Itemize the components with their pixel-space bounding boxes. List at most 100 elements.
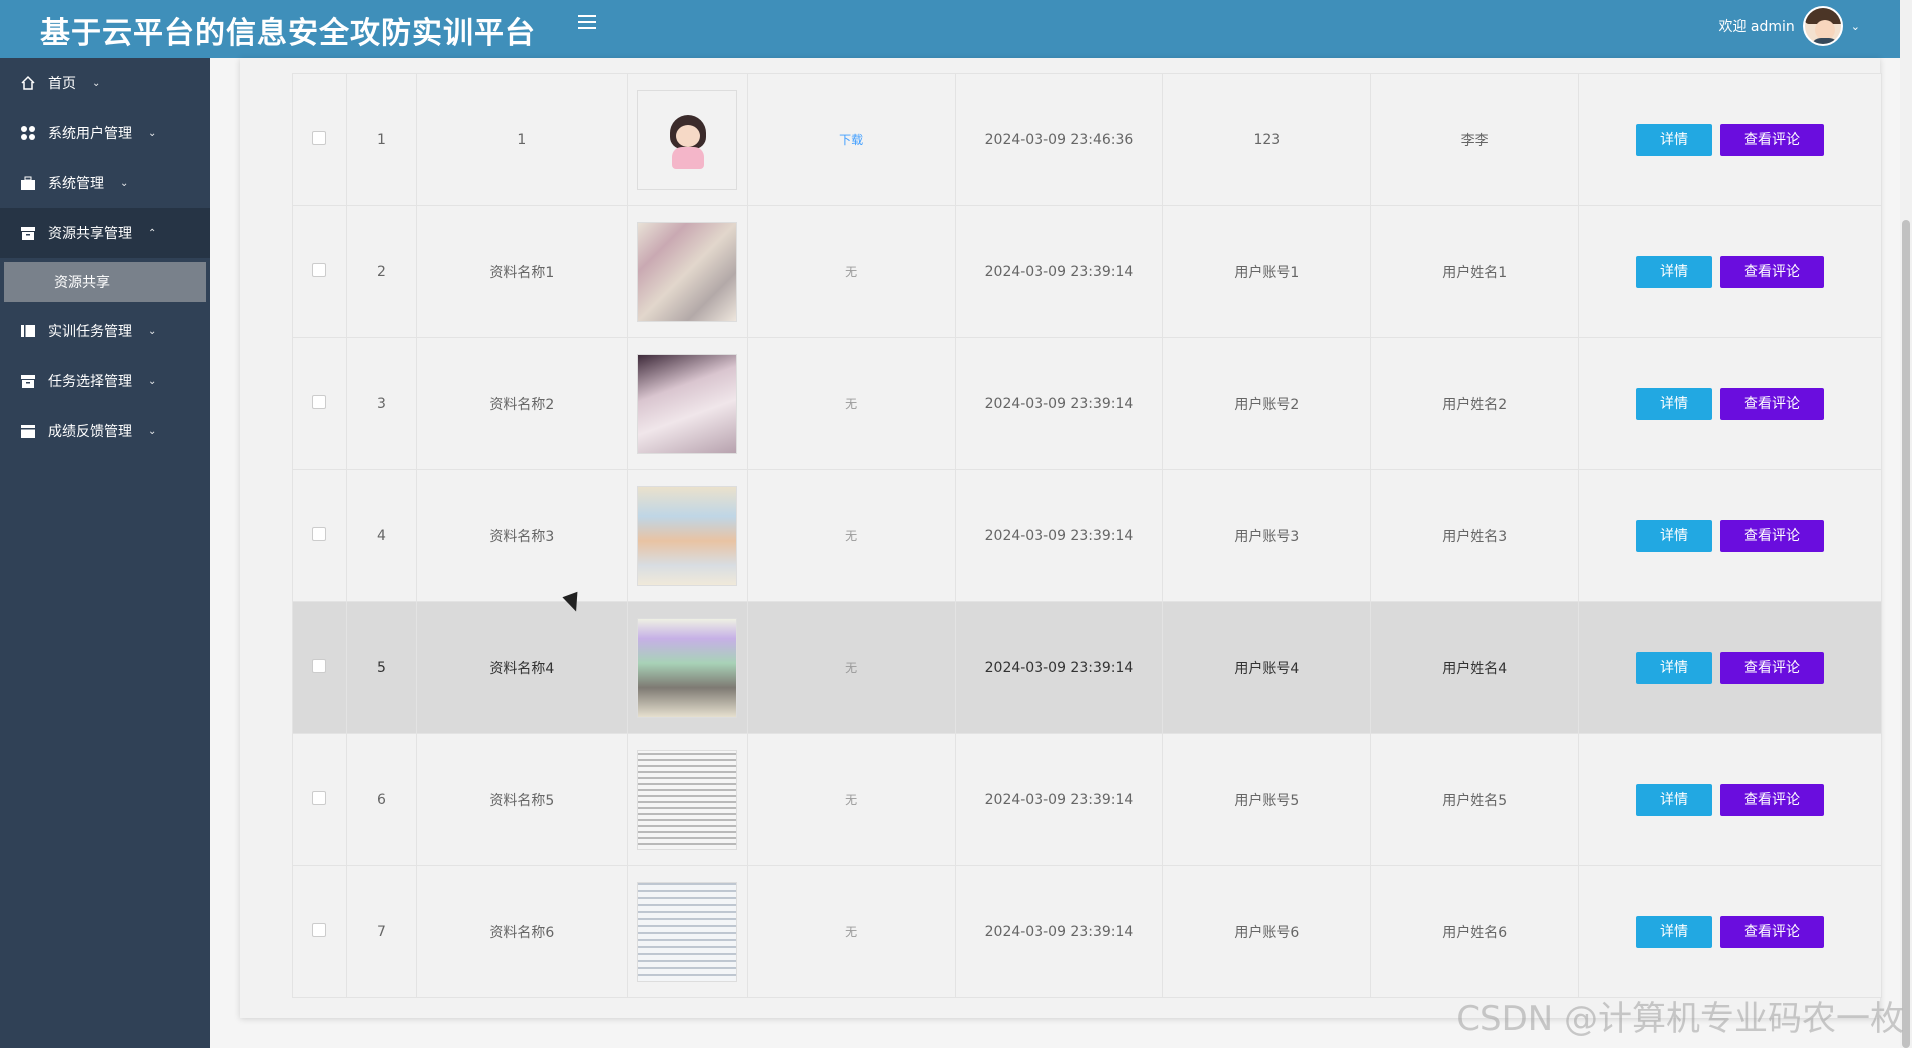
user-menu[interactable]: 欢迎 admin ⌄: [1718, 6, 1860, 46]
upload-time: 2024-03-09 23:46:36: [954, 73, 1164, 206]
download-link[interactable]: 下载: [839, 133, 863, 147]
user-name: 用户姓名5: [1370, 733, 1580, 866]
sidebar-item-label: 系统管理: [48, 176, 104, 192]
sidebar-item-label: 实训任务管理: [48, 324, 132, 340]
file-none: 无: [845, 793, 858, 807]
detail-button[interactable]: 详情: [1636, 255, 1713, 288]
row-checkbox[interactable]: [312, 394, 327, 409]
table-row[interactable]: 4 资料名称3 无 2024-03-09 23:39:14 用户账号3 用户姓名…: [292, 469, 1882, 602]
upload-time: 2024-03-09 23:39:14: [954, 337, 1164, 470]
file-none: 无: [845, 925, 858, 939]
user-account: 用户账号2: [1162, 337, 1372, 470]
user-name: 用户姓名1: [1370, 205, 1580, 338]
user-account: 用户账号4: [1162, 601, 1372, 734]
detail-button[interactable]: 详情: [1636, 123, 1713, 156]
sidebar-item-label: 成绩反馈管理: [48, 424, 132, 440]
resource-thumbnail[interactable]: [637, 749, 738, 850]
table-row[interactable]: 1 1 下载 2024-03-09 23:46:36 123 李李 详情 查看评论: [292, 73, 1882, 206]
chevron-down-icon[interactable]: ⌄: [1851, 20, 1860, 33]
app-title: 基于云平台的信息安全攻防实训平台: [40, 16, 536, 51]
view-comments-button[interactable]: 查看评论: [1720, 519, 1825, 552]
row-checkbox[interactable]: [312, 922, 327, 937]
row-checkbox[interactable]: [312, 790, 327, 805]
welcome-text: 欢迎 admin: [1718, 19, 1795, 35]
upload-time: 2024-03-09 23:39:14: [954, 865, 1164, 998]
chevron-down-icon: ⌄: [120, 177, 129, 189]
upload-time: 2024-03-09 23:39:14: [954, 733, 1164, 866]
chevron-down-icon: ⌄: [92, 77, 101, 89]
resource-thumbnail[interactable]: [637, 221, 738, 322]
view-comments-button[interactable]: 查看评论: [1720, 387, 1825, 420]
user-name: 用户姓名4: [1370, 601, 1580, 734]
row-checkbox[interactable]: [312, 526, 327, 541]
chevron-up-icon: ⌃: [148, 227, 157, 239]
sidebar-item-grade-feedback[interactable]: 成绩反馈管理 ⌄: [0, 406, 210, 456]
table-row[interactable]: 3 资料名称2 无 2024-03-09 23:39:14 用户账号2 用户姓名…: [292, 337, 1882, 470]
detail-button[interactable]: 详情: [1636, 519, 1713, 552]
row-index: 7: [345, 865, 417, 998]
detail-button[interactable]: 详情: [1636, 783, 1713, 816]
watermark: CSDN @计算机专业码农一枚: [1456, 999, 1904, 1039]
view-comments-button[interactable]: 查看评论: [1720, 783, 1825, 816]
upload-time: 2024-03-09 23:39:14: [954, 601, 1164, 734]
row-checkbox[interactable]: [312, 658, 327, 673]
resource-name: 资料名称6: [415, 865, 628, 998]
row-index: 6: [345, 733, 417, 866]
users-icon: [21, 126, 35, 140]
row-index: 4: [345, 469, 417, 602]
user-account: 用户账号6: [1162, 865, 1372, 998]
user-account: 用户账号5: [1162, 733, 1372, 866]
table-row[interactable]: 2 资料名称1 无 2024-03-09 23:39:14 用户账号1 用户姓名…: [292, 205, 1882, 338]
user-account: 123: [1162, 73, 1372, 206]
detail-button[interactable]: 详情: [1636, 915, 1713, 948]
user-account: 用户账号1: [1162, 205, 1372, 338]
resource-thumbnail[interactable]: [637, 881, 738, 982]
sidebar-item-system-management[interactable]: 系统管理 ⌄: [0, 158, 210, 208]
resource-name: 资料名称2: [415, 337, 628, 470]
user-name: 用户姓名2: [1370, 337, 1580, 470]
sidebar-item-label: 首页: [48, 76, 76, 92]
sidebar-item-task-selection[interactable]: 任务选择管理 ⌄: [0, 356, 210, 406]
sidebar-item-label: 资源共享管理: [48, 226, 132, 242]
row-checkbox[interactable]: [312, 130, 327, 145]
resource-table: 1 1 下载 2024-03-09 23:46:36 123 李李 详情 查看评论…: [292, 73, 1882, 998]
sidebar-item-training-tasks[interactable]: 实训任务管理 ⌄: [0, 306, 210, 356]
sidebar-item-home[interactable]: 首页 ⌄: [0, 58, 210, 108]
chevron-down-icon: ⌄: [148, 425, 157, 437]
scrollbar-thumb[interactable]: [1902, 220, 1910, 1048]
detail-button[interactable]: 详情: [1636, 651, 1713, 684]
calendar-icon: [21, 425, 35, 438]
row-index: 3: [345, 337, 417, 470]
sidebar-item-resource-sharing[interactable]: 资源共享管理 ⌃: [0, 208, 210, 258]
resource-name: 资料名称4: [415, 601, 628, 734]
sidebar-item-system-users[interactable]: 系统用户管理 ⌄: [0, 108, 210, 158]
menu-toggle-icon[interactable]: [578, 15, 596, 31]
archive-icon: [21, 227, 35, 240]
row-checkbox[interactable]: [312, 262, 327, 277]
resource-name: 资料名称1: [415, 205, 628, 338]
resource-name: 资料名称5: [415, 733, 628, 866]
view-comments-button[interactable]: 查看评论: [1720, 915, 1825, 948]
resource-thumbnail[interactable]: [637, 617, 738, 718]
file-none: 无: [845, 529, 858, 543]
sidebar: 首页 ⌄ 系统用户管理 ⌄ 系统管理 ⌄ 资源共享管理 ⌃ 资源共享 实训任务管理 ⌄ 任…: [0, 58, 210, 1048]
table-row[interactable]: 6 资料名称5 无 2024-03-09 23:39:14 用户账号5 用户姓名…: [292, 733, 1882, 866]
resource-thumbnail[interactable]: [637, 485, 738, 586]
view-comments-button[interactable]: 查看评论: [1720, 255, 1825, 288]
view-comments-button[interactable]: 查看评论: [1720, 651, 1825, 684]
row-index: 1: [345, 73, 417, 206]
resource-thumbnail[interactable]: [637, 353, 738, 454]
upload-time: 2024-03-09 23:39:14: [954, 469, 1164, 602]
user-name: 用户姓名6: [1370, 865, 1580, 998]
table-row[interactable]: 7 资料名称6 无 2024-03-09 23:39:14 用户账号6 用户姓名…: [292, 865, 1882, 998]
resource-thumbnail[interactable]: [637, 89, 738, 190]
sidebar-subitem-resource-share[interactable]: 资源共享: [4, 262, 206, 302]
chevron-down-icon: ⌄: [148, 325, 157, 337]
detail-button[interactable]: 详情: [1636, 387, 1713, 420]
user-name: 用户姓名3: [1370, 469, 1580, 602]
view-comments-button[interactable]: 查看评论: [1720, 123, 1825, 156]
table-row[interactable]: 5 资料名称4 无 2024-03-09 23:39:14 用户账号4 用户姓名…: [292, 601, 1882, 734]
resource-name: 资料名称3: [415, 469, 628, 602]
avatar[interactable]: [1802, 6, 1843, 46]
row-index: 5: [345, 601, 417, 734]
